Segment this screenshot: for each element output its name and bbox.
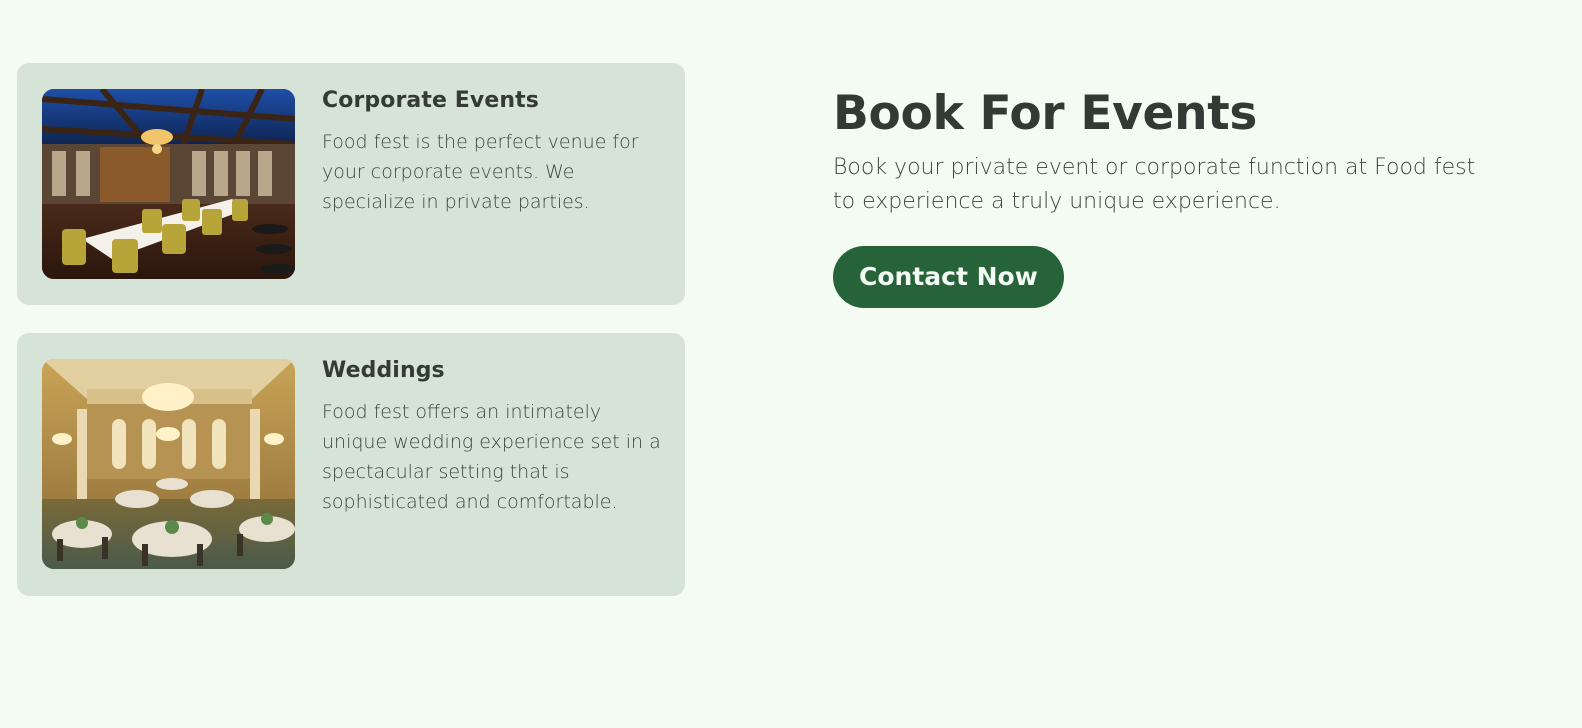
event-card-corporate: Corporate Events Food fest is the perfec… <box>17 63 685 305</box>
weddings-description: Food fest offers an intimately unique we… <box>322 401 661 513</box>
corporate-events-description: Food fest is the perfect venue for your … <box>322 131 639 213</box>
weddings-body: Weddings Food fest offers an intimately … <box>322 357 667 517</box>
book-events-promo: Book For Events Book your private event … <box>833 86 1533 308</box>
book-events-description: Book your private event or corporate fun… <box>833 155 1476 214</box>
weddings-image <box>42 359 295 569</box>
corporate-events-body: Corporate Events Food fest is the perfec… <box>322 87 667 217</box>
weddings-title: Weddings <box>322 358 445 383</box>
event-card-weddings: Weddings Food fest offers an intimately … <box>17 333 685 596</box>
events-section: Corporate Events Food fest is the perfec… <box>0 0 1582 728</box>
corporate-events-photo <box>42 89 295 279</box>
corporate-events-image <box>42 89 295 279</box>
corporate-events-title: Corporate Events <box>322 88 539 113</box>
weddings-photo <box>42 359 295 569</box>
book-events-heading: Book For Events <box>833 86 1258 141</box>
contact-now-button[interactable]: Contact Now <box>833 246 1064 308</box>
